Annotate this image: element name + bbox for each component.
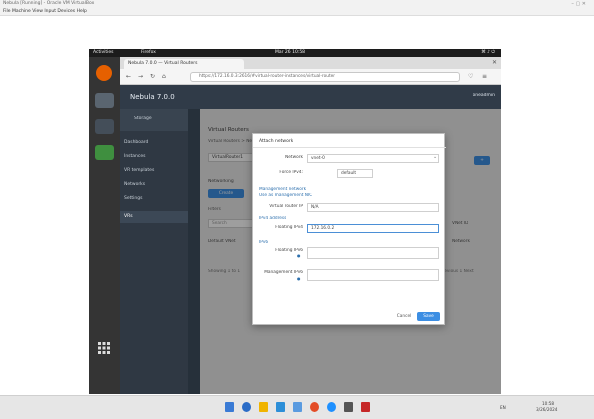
activities-button[interactable]: Activities (93, 49, 114, 57)
home-icon[interactable]: ⌂ (162, 73, 166, 81)
vbox-icon[interactable] (327, 402, 336, 412)
dialog-title: Attach network (259, 139, 294, 144)
menu-icon[interactable]: ≡ (482, 73, 487, 81)
user-menu[interactable]: oneadmin (473, 93, 495, 98)
management-sub: Use as management NIC (259, 193, 313, 198)
app-menu[interactable]: Firefox (141, 49, 156, 57)
tray-date[interactable]: 3/26/2024 (536, 407, 557, 413)
sidebar-item-vr-templates[interactable]: VR templates (120, 165, 188, 177)
sidebar: Storage Dashboard Instances VR templates… (120, 109, 188, 394)
software-icon[interactable] (95, 145, 114, 160)
sidebar-item-dashboard[interactable]: Dashboard (120, 137, 188, 149)
sidebar-header: Storage (120, 109, 188, 131)
gnome-top-bar: Activities Firefox Mar 26 10:58 ⌘ ♪ ⏻ (89, 49, 501, 57)
files-icon[interactable] (95, 93, 114, 108)
sidebar-item-instances[interactable]: Instances (120, 151, 188, 163)
floating-ipv4-input[interactable]: 172.16.0.2 (307, 224, 439, 233)
cancel-button[interactable]: Cancel (393, 313, 415, 321)
mail-icon[interactable] (293, 402, 302, 412)
save-button[interactable]: Save (417, 312, 440, 321)
start-icon[interactable] (225, 402, 234, 412)
firefox-icon[interactable] (96, 65, 112, 81)
virtual-ip-label: Virtual router IP (269, 204, 303, 209)
help-icon[interactable]: ● (297, 253, 301, 258)
force-ipv4-field[interactable]: default (337, 169, 373, 178)
attach-network-dialog: Attach network Network vnet-0 ⌄ Force IP… (252, 133, 446, 325)
floating-ipv4-label: Floating IPv4 (275, 225, 303, 230)
host-menu-bar[interactable]: File Machine View Input Devices Help (0, 8, 594, 16)
force-ipv4-label: Force IPv4: (279, 170, 303, 175)
virtual-ip-field[interactable]: N/A (307, 203, 439, 212)
sidebar-item-networks[interactable]: Networks (120, 179, 188, 191)
mgmt-ipv6-input[interactable] (307, 269, 439, 281)
chevron-down-icon[interactable]: ⌄ (433, 154, 437, 160)
host-taskbar: EN 10:58 3/26/2024 (0, 395, 594, 419)
app-header: Nebula 7.0.0 oneadmin (120, 85, 501, 109)
store-icon[interactable] (276, 402, 285, 412)
host-window-controls[interactable]: – ▢ ✕ (571, 0, 586, 8)
shield-icon[interactable]: ♡ (468, 73, 473, 81)
host-title: Nebula [Running] - Oracle VM VirtualBox (3, 1, 95, 6)
nav-bar: ← → ↻ ⌂ https://172.16.0.3:2616/#virtual… (120, 69, 501, 85)
firefox-taskbar-icon[interactable] (310, 402, 319, 412)
browser-tab[interactable]: Nebula 7.0.0 — Virtual Routers (124, 59, 244, 69)
ipv6-heading: IPv6 (259, 240, 269, 245)
help-icon[interactable]: ● (297, 276, 301, 281)
sidebar-rail (188, 109, 200, 394)
tray-language[interactable]: EN (500, 405, 506, 411)
terminal-icon[interactable] (95, 119, 114, 134)
forward-icon[interactable]: → (138, 73, 143, 81)
show-apps-icon[interactable] (98, 342, 110, 354)
clock[interactable]: Mar 26 10:58 (275, 49, 305, 57)
dialog-divider (253, 147, 446, 148)
close-icon[interactable]: ✕ (492, 59, 497, 66)
sidebar-header-label: Storage (134, 116, 152, 121)
sidebar-item-vrs[interactable]: VRs (120, 211, 188, 223)
ipv4-heading: IPv4 address (259, 216, 287, 221)
host-title-bar: Nebula [Running] - Oracle VM VirtualBox (0, 0, 594, 8)
screen: { "vnc": { "title": "Nebula [Running] - … (0, 0, 594, 419)
url-bar[interactable]: https://172.16.0.3:2616/#virtual-router-… (190, 72, 460, 82)
app-icon[interactable] (361, 402, 370, 412)
folder-icon[interactable] (259, 402, 268, 412)
system-status[interactable]: ⌘ ♪ ⏻ (481, 49, 495, 57)
reload-icon[interactable]: ↻ (150, 73, 155, 81)
back-icon[interactable]: ← (126, 73, 131, 81)
sidebar-item-settings[interactable]: Settings (120, 193, 188, 205)
network-select[interactable]: vnet-0 (307, 154, 439, 163)
dock (89, 57, 120, 394)
floating-ipv6-input[interactable] (307, 247, 439, 259)
network-label: Network (285, 155, 303, 160)
app-title: Nebula 7.0.0 (130, 93, 175, 101)
tab-bar: Nebula 7.0.0 — Virtual Routers ✕ (120, 57, 501, 69)
edge-icon[interactable] (242, 402, 251, 412)
terminal-taskbar-icon[interactable] (344, 402, 353, 412)
